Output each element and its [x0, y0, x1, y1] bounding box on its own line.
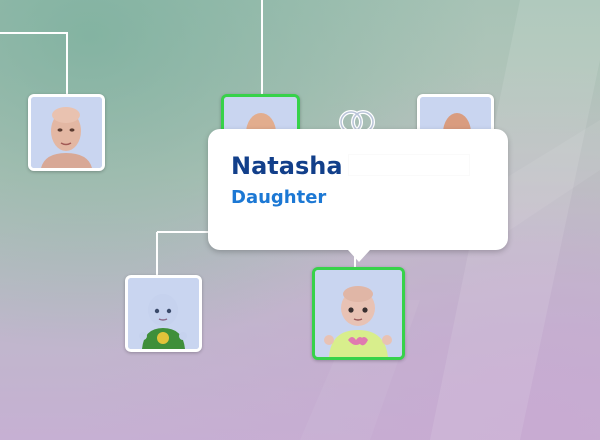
family-member-portrait-toddler-boy[interactable] [125, 275, 202, 352]
sim-first-name: Natasha [231, 152, 343, 180]
family-member-portrait-toddler-girl[interactable] [312, 267, 405, 360]
sim-face-image [31, 97, 102, 168]
family-member-portrait-adult-female[interactable] [28, 94, 105, 171]
sim-face-image [315, 270, 402, 357]
sim-info-tooltip: Natasha Daughter [208, 129, 508, 262]
sim-face-image [128, 278, 199, 349]
tooltip-pointer [348, 250, 370, 262]
sim-relationship-label: Daughter [231, 187, 327, 208]
surname-redaction [348, 155, 469, 175]
